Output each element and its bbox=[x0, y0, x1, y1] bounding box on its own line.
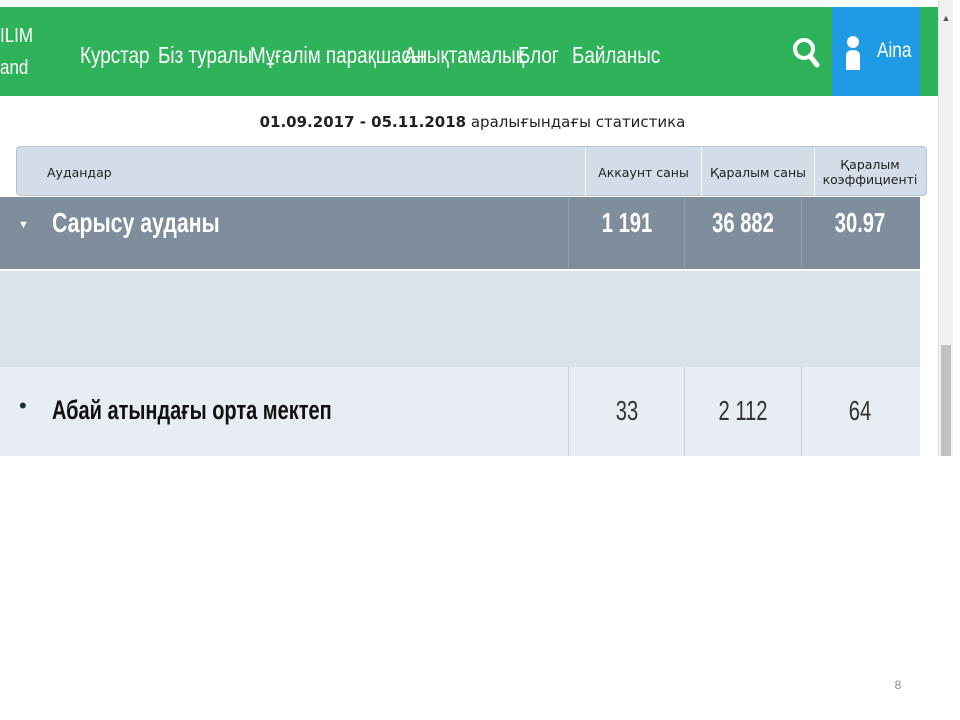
col-header-districts[interactable]: Аудандар bbox=[47, 147, 247, 197]
nav-item-courses[interactable]: Курстар bbox=[80, 42, 150, 69]
website-screenshot: ILIM and Курстар Біз туралы Мұғалім пара… bbox=[0, 0, 960, 456]
cell-divider bbox=[568, 367, 569, 456]
table-row-empty bbox=[0, 271, 920, 367]
col-header-views[interactable]: Қаралым саны bbox=[702, 147, 814, 197]
nav-item-teacher-page[interactable]: Мұғалім парақшасы bbox=[250, 42, 424, 69]
table-header: Аудандар Аккаунт саны Қаралым саны Қарал… bbox=[16, 146, 927, 197]
school-coefficient: 64 bbox=[848, 395, 872, 426]
nav-item-contacts[interactable]: Байланыс bbox=[572, 42, 660, 69]
logo-top-text[interactable]: ILIM bbox=[0, 25, 33, 47]
scroll-up-arrow-icon[interactable]: ▲ bbox=[939, 12, 953, 24]
school-name[interactable]: Абай атындағы орта мектеп bbox=[52, 395, 332, 426]
user-menu-button[interactable]: Aina bbox=[832, 7, 920, 96]
slide-page-number: 8 bbox=[894, 678, 902, 692]
collapse-triangle-icon[interactable]: ▼ bbox=[18, 219, 29, 231]
nav-item-reference[interactable]: Анықтамалық bbox=[404, 42, 524, 69]
stats-date-range: 01.09.2017 - 05.11.2018 bbox=[259, 113, 467, 131]
cell-divider bbox=[801, 197, 802, 269]
school-accounts: 33 bbox=[615, 395, 639, 426]
nav-item-blog[interactable]: Блог bbox=[518, 42, 562, 69]
col-header-accounts[interactable]: Аккаунт саны bbox=[586, 147, 701, 197]
table-row-school[interactable]: • Абай атындағы орта мектеп 33 2 112 64 bbox=[0, 367, 920, 456]
district-coefficient: 30.97 bbox=[834, 207, 886, 238]
col-header-coefficient-line2: коэффициенті bbox=[822, 172, 918, 187]
stats-title: 01.09.2017 - 05.11.2018 аралығындағы ста… bbox=[0, 113, 945, 131]
col-header-coefficient-line1: Қаралым bbox=[840, 157, 900, 172]
search-button[interactable] bbox=[790, 35, 824, 71]
cell-divider bbox=[568, 197, 569, 269]
top-strip bbox=[0, 0, 938, 7]
stats-title-suffix: аралығындағы статистика bbox=[470, 113, 686, 131]
district-views: 36 882 bbox=[712, 207, 774, 238]
district-accounts: 1 191 bbox=[601, 207, 653, 238]
school-views: 2 112 bbox=[718, 395, 768, 426]
table-row-district[interactable]: ▼ Сарысу ауданы 1 191 36 882 30.97 bbox=[0, 197, 920, 269]
user-icon bbox=[846, 36, 860, 70]
cell-divider bbox=[684, 197, 685, 269]
navbar: ILIM and Курстар Біз туралы Мұғалім пара… bbox=[0, 7, 938, 96]
district-name: Сарысу ауданы bbox=[52, 207, 220, 238]
user-name: Aina bbox=[877, 39, 912, 62]
scrollbar-thumb[interactable] bbox=[941, 345, 951, 456]
bullet-icon: • bbox=[19, 393, 27, 418]
cell-divider bbox=[801, 367, 802, 456]
vertical-scrollbar[interactable]: ▲ bbox=[938, 0, 953, 456]
search-icon bbox=[793, 38, 820, 68]
nav-item-about[interactable]: Біз туралы bbox=[158, 42, 252, 69]
nav-menu: Курстар Біз туралы Мұғалім парақшасы Аны… bbox=[80, 37, 662, 73]
col-header-coefficient[interactable]: Қаралым коэффициенті bbox=[815, 147, 925, 197]
slide: ILIM and Курстар Біз туралы Мұғалім пара… bbox=[0, 0, 960, 720]
cell-divider bbox=[684, 367, 685, 456]
logo-bottom-text[interactable]: and bbox=[0, 57, 28, 79]
